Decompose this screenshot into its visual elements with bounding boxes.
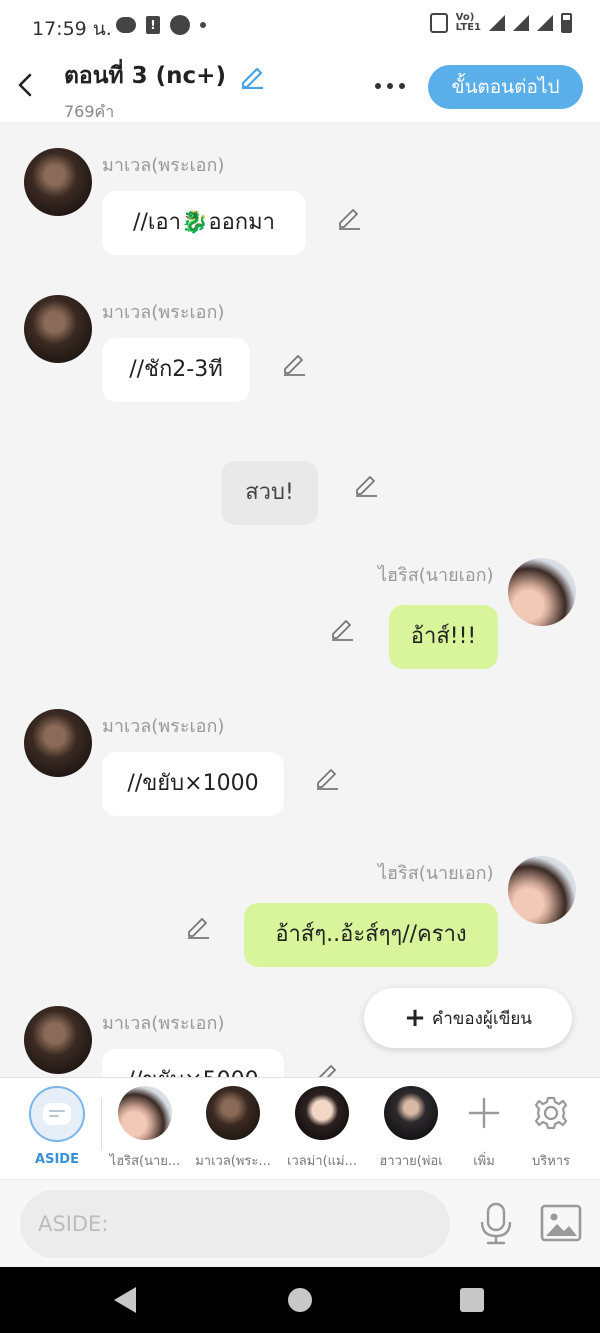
chat-notification-icon — [116, 17, 136, 33]
message-bubble[interactable]: //เอา🐉ออกมา — [102, 191, 306, 255]
composer-bar — [0, 1179, 600, 1267]
message-bubble[interactable]: อ้าส์!!! — [389, 605, 498, 669]
microphone-icon[interactable] — [476, 1202, 516, 1246]
nav-back-icon[interactable] — [114, 1287, 136, 1313]
sender-name: ไฮริส(นายเอก) — [378, 565, 494, 586]
edit-pencil-icon[interactable] — [314, 1060, 340, 1077]
edit-title-pencil-icon[interactable] — [239, 63, 265, 89]
plus-icon — [468, 1097, 500, 1129]
sender-name: มาเวล(พระเอก) — [102, 302, 225, 323]
manage-characters-button[interactable]: บริหาร — [508, 1086, 594, 1171]
character-selector: ASIDE ไฮริส(นาย... มาเวล(พระ... เวลม่า(แ… — [0, 1077, 600, 1179]
edit-pencil-icon[interactable] — [185, 913, 211, 939]
edit-pencil-icon[interactable] — [281, 350, 307, 376]
manage-label: บริหาร — [531, 1154, 571, 1169]
avatar[interactable] — [24, 709, 92, 777]
more-options-icon[interactable] — [370, 76, 410, 96]
sender-name: มาเวล(พระเอก) — [102, 1013, 225, 1034]
nav-recents-icon[interactable] — [460, 1288, 484, 1312]
message-input[interactable] — [20, 1190, 450, 1258]
back-arrow-icon[interactable] — [14, 70, 38, 100]
top-app-bar: ตอนที่ 3 (nc+) 769คำ ขั้นตอนต่อไป — [0, 52, 600, 122]
chat-area[interactable]: มาเวล(พระเอก) //เอา🐉ออกมา มาเวล(พระเอก) … — [0, 122, 600, 1077]
character-label: ไฮริส(นาย... — [109, 1154, 181, 1169]
system-navigation-bar — [0, 1267, 600, 1333]
avatar[interactable] — [508, 856, 576, 924]
message-bubble[interactable]: //ชัก2-3ที — [102, 338, 250, 402]
avatar[interactable] — [24, 295, 92, 363]
character-avatar — [118, 1086, 172, 1140]
edit-pencil-icon[interactable] — [314, 764, 340, 790]
notification-icons: ! — [116, 15, 206, 35]
character-label: ASIDE — [35, 1152, 79, 1167]
character-aside[interactable]: ASIDE — [14, 1086, 100, 1167]
alert-icon: ! — [146, 16, 160, 34]
author-note-label: คำของผู้เขียน — [431, 1008, 532, 1029]
signal-icon — [513, 15, 529, 31]
message-bubble[interactable]: //ขยับ×1000 — [102, 752, 284, 816]
aside-icon — [29, 1086, 85, 1142]
avatar[interactable] — [24, 148, 92, 216]
image-icon[interactable] — [540, 1204, 582, 1242]
title-block: ตอนที่ 3 (nc+) 769คำ — [64, 58, 265, 125]
character-avatar — [295, 1086, 349, 1140]
message-bubble[interactable]: อ้าส์ๆ..อ้ะส์ๆๆ//คราง — [244, 903, 498, 967]
edit-pencil-icon[interactable] — [336, 204, 362, 230]
character-avatar — [384, 1086, 438, 1140]
system-icons: Vo) LTE1 — [429, 12, 572, 33]
plus-icon: + — [404, 1003, 426, 1033]
navigation-icon — [170, 15, 190, 35]
status-bar: 17:59 น. ! Vo) LTE1 — [0, 0, 600, 52]
aside-bubble[interactable]: สวบ! — [221, 461, 318, 525]
battery-icon — [561, 13, 572, 33]
author-note-button[interactable]: + คำของผู้เขียน — [364, 988, 572, 1048]
vibrate-icon — [429, 13, 448, 33]
avatar[interactable] — [508, 558, 576, 626]
wifi-icon — [489, 15, 505, 31]
gear-icon — [534, 1096, 568, 1130]
sender-name: ไฮริส(นายเอก) — [378, 863, 494, 884]
character-label: เวลม่า(แม่... — [287, 1154, 357, 1169]
avatar[interactable] — [24, 1006, 92, 1074]
more-notifications-icon — [200, 22, 206, 28]
edit-pencil-icon[interactable] — [329, 615, 355, 641]
character-avatar — [206, 1086, 260, 1140]
nav-home-icon[interactable] — [288, 1288, 312, 1312]
character-label: มาเวล(พระ... — [195, 1154, 271, 1169]
character-marvel[interactable]: มาเวล(พระ... — [190, 1086, 276, 1171]
signal-icon-2 — [537, 15, 553, 31]
character-hairis[interactable]: ไฮริส(นาย... — [102, 1086, 188, 1171]
episode-title: ตอนที่ 3 (nc+) — [64, 63, 226, 89]
lte-icon: Vo) LTE1 — [455, 12, 481, 33]
message-bubble[interactable]: //ขยับ×5000 — [102, 1049, 284, 1077]
sender-name: มาเวล(พระเอก) — [102, 155, 225, 176]
next-step-button[interactable]: ขั้นตอนต่อไป — [428, 65, 583, 109]
edit-pencil-icon[interactable] — [353, 471, 379, 497]
sender-name: มาเวล(พระเอก) — [102, 716, 225, 737]
status-time: 17:59 น. — [32, 18, 112, 40]
character-velma[interactable]: เวลม่า(แม่... — [279, 1086, 365, 1171]
